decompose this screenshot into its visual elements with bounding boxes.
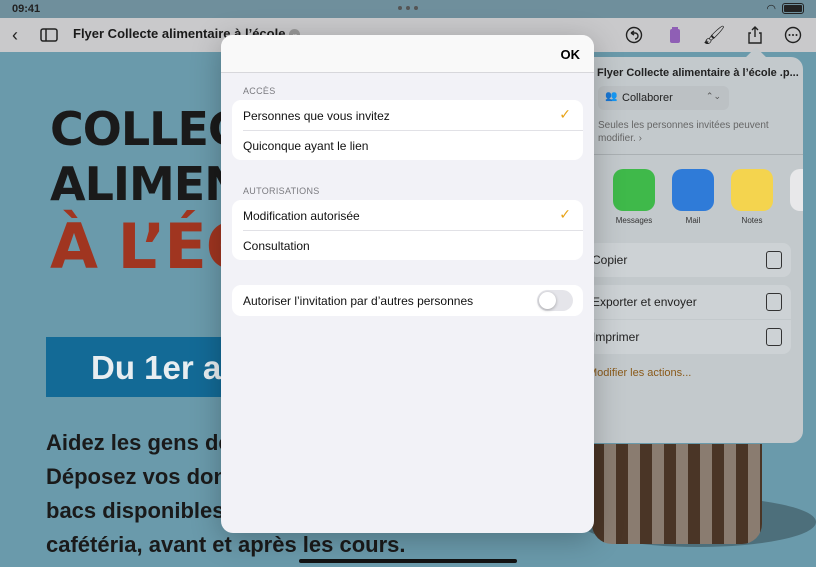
more-icon[interactable] [782,24,804,46]
access-section-label: ACCÈS [243,86,276,96]
edit-actions-link[interactable]: Modifier les actions... [588,367,691,379]
back-chevron-icon[interactable]: ‹ [4,24,26,46]
toggle-knob [539,292,556,309]
access-options-group: Personnes que vous invitez ✓ Quiconque a… [232,100,583,160]
export-icon [766,293,782,311]
status-icons: ◠ [766,2,804,15]
app-mail[interactable]: Mail [671,169,715,225]
permissions-section-label: AUTORISATIONS [243,186,320,196]
app-messages[interactable]: Messages [612,169,656,225]
popover-header: OK [221,35,594,73]
permission-option-can-edit[interactable]: Modification autorisée ✓ [232,200,583,230]
print-icon [766,328,782,346]
flyer-body-line: cafétéria, avant et après les cours. [46,532,406,557]
access-option-anyone-with-link[interactable]: Quiconque ayant le lien [232,130,583,160]
action-export[interactable]: Exporter et envoyer [588,285,791,319]
action-print[interactable]: Imprimer [588,320,791,354]
permission-options-group: Modification autorisée ✓ Consultation [232,200,583,260]
allow-others-invite-toggle[interactable] [537,290,573,311]
action-copy[interactable]: Copier [588,243,791,277]
invite-setting-group: Autoriser l’invitation par d’autres pers… [232,285,583,316]
undo-icon[interactable] [623,24,645,46]
share-sheet-title: Flyer Collecte alimentaire à l’école .p.… [597,67,799,79]
permission-option-view-only[interactable]: Consultation [232,230,583,260]
chevron-updown-icon: ⌃⌄ [705,91,721,101]
wifi-icon: ◠ [766,3,776,15]
app-notes[interactable]: Notes [730,169,774,225]
ok-button[interactable]: OK [561,47,581,62]
multitasking-dots-icon[interactable] [398,6,418,10]
home-indicator[interactable] [299,559,517,563]
messages-icon [613,169,655,211]
format-icon[interactable] [664,24,686,46]
notes-icon [731,169,773,211]
battery-icon [782,3,804,14]
access-description[interactable]: Seules les personnes invitées peuvent mo… [598,119,793,145]
app-reminders[interactable]: R [789,169,803,225]
share-icon[interactable] [744,24,766,46]
checkmark-icon: ✓ [559,206,571,222]
copy-icon [766,251,782,269]
collaborate-dropdown[interactable]: Collaborer⌃⌄ [598,86,729,110]
allow-others-invite-row: Autoriser l’invitation par d’autres pers… [232,285,583,316]
flyer-date-banner: Du 1er au [46,337,241,397]
sidebar-toggle-icon[interactable] [38,24,60,46]
barrel-illustration [592,444,762,544]
access-option-invited[interactable]: Personnes que vous invitez ✓ [232,100,583,130]
status-bar: 09:41 ◠ [0,0,816,18]
paintbrush-icon[interactable]: 🖌 [703,24,726,46]
divider [560,154,803,155]
reminders-icon [790,169,803,211]
mail-icon [672,169,714,211]
access-popover: OK ACCÈS Personnes que vous invitez ✓ Qu… [221,35,594,533]
checkmark-icon: ✓ [559,106,571,122]
status-time: 09:41 [12,3,41,15]
share-sheet: Flyer Collecte alimentaire à l’école .p.… [560,57,803,443]
